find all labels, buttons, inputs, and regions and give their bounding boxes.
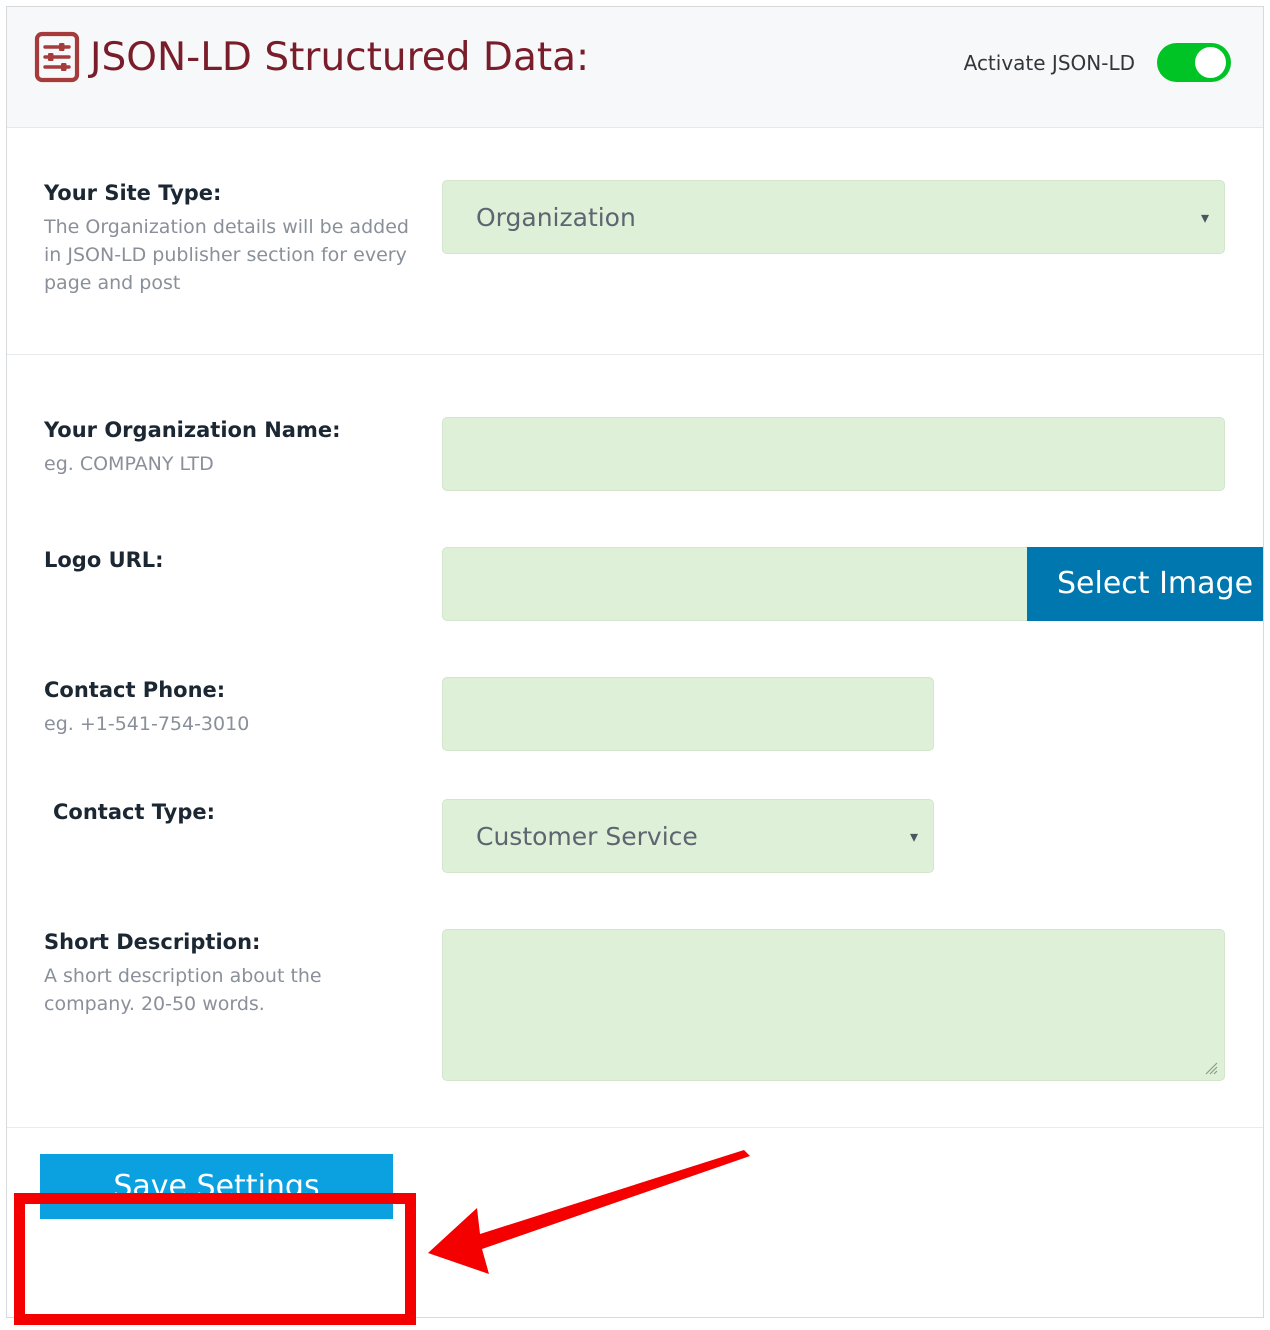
org-name-hint: eg. COMPANY LTD (44, 450, 416, 478)
save-settings-button[interactable]: Save Settings (40, 1154, 393, 1219)
contact-phone-hint: eg. +1-541-754-3010 (44, 710, 416, 738)
logo-url-field-col: Select Image (442, 547, 1263, 621)
site-type-select[interactable]: Organization (442, 180, 1225, 254)
contact-type-select-wrap: Customer Service ▾ (442, 799, 934, 873)
row-logo-url: Logo URL: Select Image (7, 547, 1263, 621)
contact-phone-label-col: Contact Phone: eg. +1-541-754-3010 (44, 677, 442, 738)
site-type-select-wrap: Organization ▾ (442, 180, 1225, 254)
site-type-label-col: Your Site Type: The Organization details… (44, 180, 442, 298)
site-type-field-col: Organization ▾ (442, 180, 1263, 254)
org-name-field-col (442, 417, 1263, 491)
short-description-label-col: Short Description: A short description a… (44, 929, 442, 1018)
short-description-textarea[interactable] (442, 929, 1225, 1081)
page-title: JSON-LD Structured Data: (90, 38, 589, 77)
contact-type-field-col: Customer Service ▾ (442, 799, 1263, 873)
header-title-group: JSON-LD Structured Data: (34, 31, 589, 83)
logo-url-label: Logo URL: (44, 547, 432, 573)
site-type-label: Your Site Type: (44, 180, 432, 206)
section-organization-details: Your Organization Name: eg. COMPANY LTD … (7, 354, 1263, 1127)
screenshot-root: JSON-LD Structured Data: Activate JSON-L… (0, 0, 1270, 1330)
panel-header: JSON-LD Structured Data: Activate JSON-L… (7, 7, 1263, 128)
toggle-knob (1195, 47, 1226, 78)
sliders-document-icon (34, 31, 90, 83)
contact-phone-field-col (442, 677, 1263, 751)
contact-type-select[interactable]: Customer Service (442, 799, 934, 873)
panel-footer: Save Settings (7, 1127, 1263, 1244)
activate-jsonld-label: Activate JSON-LD (964, 51, 1135, 75)
short-description-wrap (442, 929, 1225, 1081)
row-organization-name: Your Organization Name: eg. COMPANY LTD (7, 417, 1263, 491)
row-short-description: Short Description: A short description a… (7, 929, 1263, 1081)
contact-phone-input[interactable] (442, 677, 934, 751)
jsonld-settings-panel: JSON-LD Structured Data: Activate JSON-L… (6, 6, 1264, 1318)
logo-url-label-col: Logo URL: (44, 547, 442, 573)
org-name-label-col: Your Organization Name: eg. COMPANY LTD (44, 417, 442, 478)
short-description-field-col (442, 929, 1263, 1081)
activate-jsonld-toggle[interactable] (1157, 43, 1231, 82)
row-contact-type: Contact Type: Customer Service ▾ (7, 799, 1263, 873)
select-image-button[interactable]: Select Image (1027, 547, 1264, 621)
contact-type-label-col: Contact Type: (44, 799, 442, 825)
short-description-hint: A short description about the company. 2… (44, 962, 416, 1018)
org-name-label: Your Organization Name: (44, 417, 432, 443)
activate-jsonld-group: Activate JSON-LD (964, 43, 1231, 82)
row-site-type: Your Site Type: The Organization details… (7, 180, 1263, 298)
org-name-input[interactable] (442, 417, 1225, 491)
logo-url-input-group: Select Image (442, 547, 1225, 621)
section-site-type: Your Site Type: The Organization details… (7, 128, 1263, 354)
contact-phone-label: Contact Phone: (44, 677, 432, 703)
short-description-label: Short Description: (44, 929, 432, 955)
contact-type-label: Contact Type: (53, 799, 432, 825)
site-type-hint: The Organization details will be added i… (44, 213, 416, 297)
row-contact-phone: Contact Phone: eg. +1-541-754-3010 (7, 677, 1263, 751)
